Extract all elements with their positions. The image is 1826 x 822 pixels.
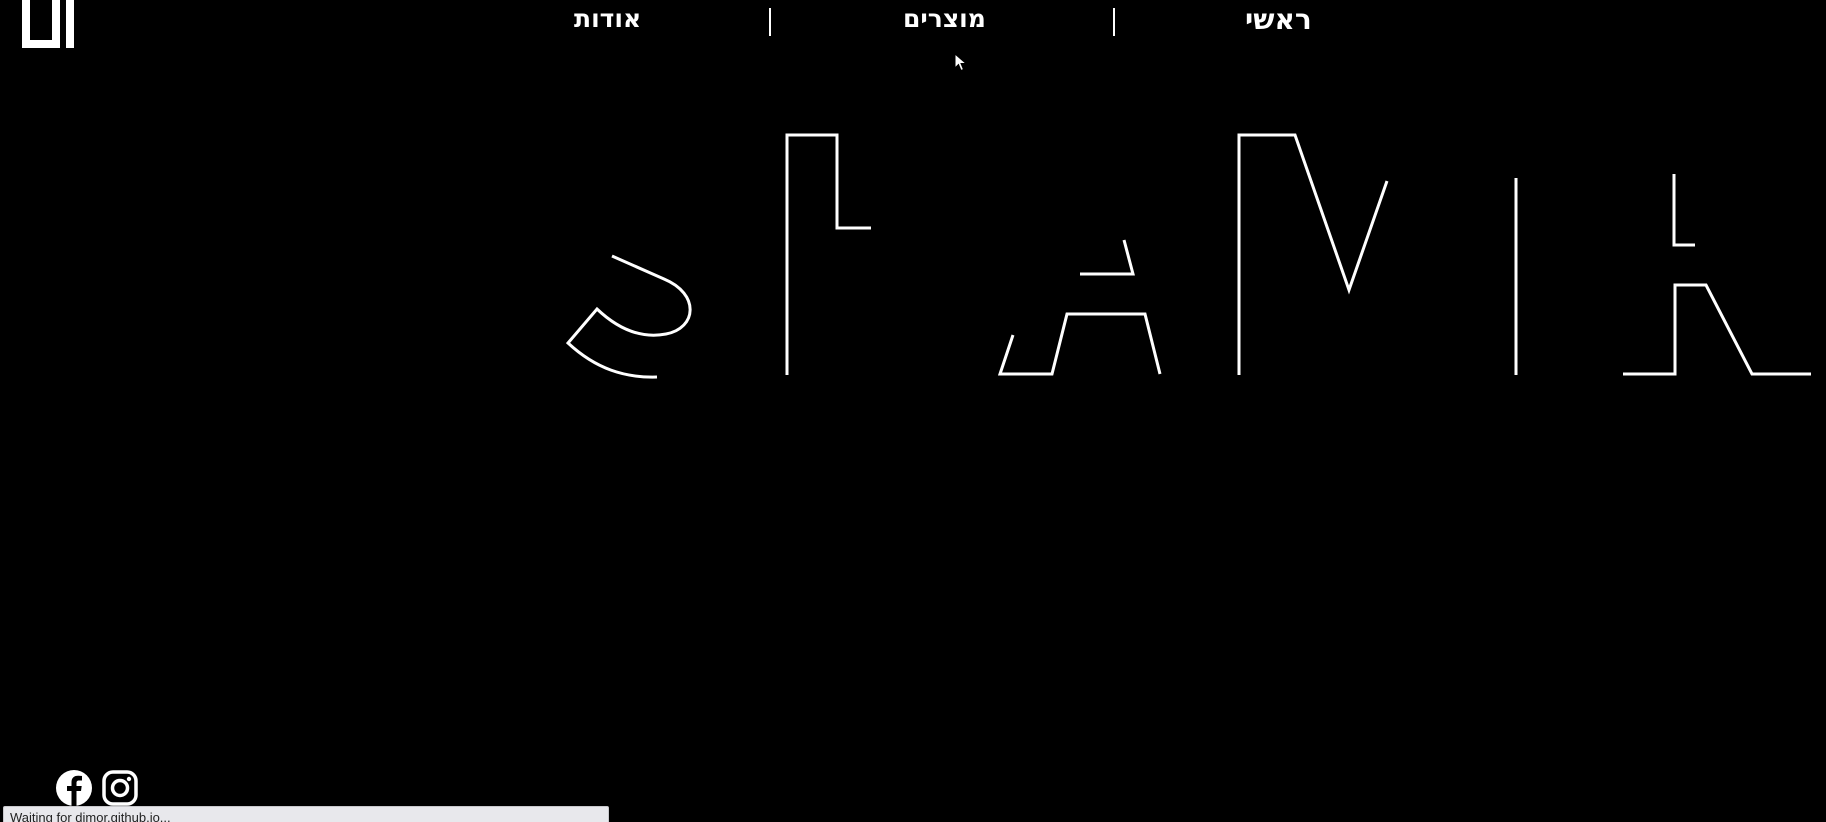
hero-glyph-bracket (785, 133, 871, 375)
browser-status-bar: Waiting for dimor.github.io... (3, 806, 609, 822)
hero-glyph-k-lower (1623, 283, 1811, 376)
hero-glyph-triangle-lower (997, 312, 1162, 376)
hero-glyph-n (1237, 133, 1389, 375)
hero-line-art-wordmark (565, 133, 1811, 379)
facebook-icon[interactable] (54, 768, 94, 808)
instagram-icon[interactable] (100, 768, 140, 808)
hero-glyph-triangle-upper (1080, 239, 1135, 276)
hero-glyph-curve (565, 254, 692, 379)
page: ראשי מוצרים אודות Waiting for dimor.gith… (0, 0, 1826, 822)
hero-glyph-k-upper (1672, 174, 1695, 247)
